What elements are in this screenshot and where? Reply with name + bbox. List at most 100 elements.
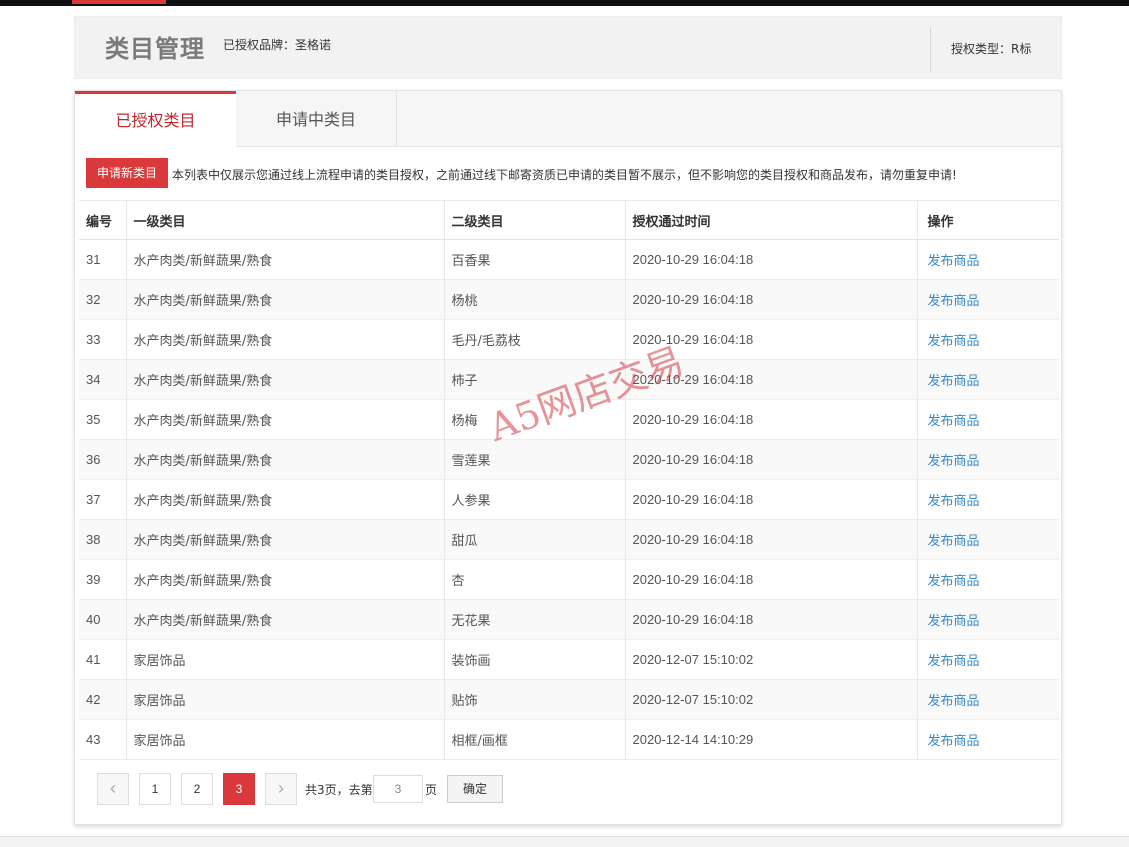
cell-action: 发布商品 [917, 519, 1059, 560]
cell-level2-category: 装饰画 [444, 639, 626, 680]
authorization-type: 授权类型：R标 [951, 42, 1032, 56]
cell-auth-time: 2020-10-29 16:04:18 [625, 399, 918, 440]
publish-product-link[interactable]: 发布商品 [928, 294, 980, 309]
table-row: 36 水产肉类/新鲜蔬果/熟食 雪莲果 2020-10-29 16:04:18 发布商品 [79, 439, 1059, 480]
cell-level1-category: 家居饰品 [126, 679, 445, 720]
table-row: 32 水产肉类/新鲜蔬果/熟食 杨桃 2020-10-29 16:04:18 发布商品 [79, 279, 1059, 320]
publish-product-link[interactable]: 发布商品 [928, 734, 980, 749]
cell-id: 43 [79, 719, 127, 760]
cell-auth-time: 2020-10-29 16:04:18 [625, 479, 918, 520]
column-header-level2: 二级类目 [444, 200, 626, 240]
table-row: 31 水产肉类/新鲜蔬果/熟食 百香果 2020-10-29 16:04:18 发布商品 [79, 239, 1059, 280]
confirm-page-button[interactable]: 确定 [447, 775, 503, 803]
table-row: 34 水产肉类/新鲜蔬果/熟食 柿子 2020-10-29 16:04:18 发布商品 [79, 359, 1059, 400]
top-border [0, 0, 1129, 6]
cell-level2-category: 杨桃 [444, 279, 626, 320]
cell-action: 发布商品 [917, 639, 1059, 680]
cell-level1-category: 水产肉类/新鲜蔬果/熟食 [126, 479, 445, 520]
cell-id: 35 [79, 399, 127, 440]
cell-id: 34 [79, 359, 127, 400]
cell-auth-time: 2020-10-29 16:04:18 [625, 239, 918, 280]
column-header-action: 操作 [917, 200, 1059, 240]
table-row: 39 水产肉类/新鲜蔬果/熟食杏 2020-10-29 16:04:18 发布商品 [79, 559, 1059, 600]
cell-id: 32 [79, 279, 127, 320]
tab-pending-categories[interactable]: 申请中类目 [236, 91, 397, 147]
cell-level1-category: 水产肉类/新鲜蔬果/熟食 [126, 279, 445, 320]
cell-action: 发布商品 [917, 319, 1059, 360]
page-suffix: 页 [425, 783, 438, 797]
column-header-time: 授权通过时间 [625, 200, 918, 240]
cell-action: 发布商品 [917, 439, 1059, 480]
page-button-3[interactable]: 3 [223, 773, 255, 805]
cell-action: 发布商品 [917, 279, 1059, 320]
cell-action: 发布商品 [917, 479, 1059, 520]
category-table: 编号 一级类目 二级类目 授权通过时间 操作 31 水产肉类/新鲜蔬果/熟食 百香果… [79, 200, 1059, 760]
cell-auth-time: 2020-12-07 15:10:02 [625, 679, 918, 720]
publish-product-link[interactable]: 发布商品 [928, 414, 980, 429]
publish-product-link[interactable]: 发布商品 [928, 614, 980, 629]
cell-level1-category: 水产肉类/新鲜蔬果/熟食 [126, 559, 445, 600]
publish-product-link[interactable]: 发布商品 [928, 454, 980, 469]
top-accent-bar [72, 0, 166, 4]
cell-id: 42 [79, 679, 127, 720]
publish-product-link[interactable]: 发布商品 [928, 254, 980, 269]
apply-new-category-button[interactable]: 申请新类目 [86, 158, 168, 188]
pagination-total-text: 共3页，去第 [305, 783, 373, 797]
cell-id: 40 [79, 599, 127, 640]
cell-id: 39 [79, 559, 127, 600]
cell-auth-time: 2020-10-29 16:04:18 [625, 519, 918, 560]
cell-id: 41 [79, 639, 127, 680]
publish-product-link[interactable]: 发布商品 [928, 654, 980, 669]
table-row: 43 家居饰品 相框/画框 2020-12-14 14:10:29 发布商品 [79, 719, 1059, 760]
table-row: 42 家居饰品 贴饰 2020-12-07 15:10:02 发布商品 [79, 679, 1059, 720]
publish-product-link[interactable]: 发布商品 [928, 334, 980, 349]
cell-level1-category: 家居饰品 [126, 719, 445, 760]
cell-id: 37 [79, 479, 127, 520]
table-row: 40 水产肉类/新鲜蔬果/熟食 无花果 2020-10-29 16:04:18 发布商品 [79, 599, 1059, 640]
page-button-2[interactable]: 2 [181, 773, 213, 805]
cell-action: 发布商品 [917, 679, 1059, 720]
cell-level2-category: 人参果 [444, 479, 626, 520]
chevron-right-icon[interactable]: › [265, 773, 297, 805]
table-row: 38 水产肉类/新鲜蔬果/熟食 甜瓜 2020-10-29 16:04:18 发布商品 [79, 519, 1059, 560]
cell-level2-category: 杏 [444, 559, 626, 600]
notice-text: 本列表中仅展示您通过线上流程申请的类目授权，之前通过线下邮寄资质已申请的类目暂不… [172, 168, 957, 182]
table-row: 35 水产肉类/新鲜蔬果/熟食 杨梅 2020-10-29 16:04:18 发布商品 [79, 399, 1059, 440]
cell-level2-category: 杨梅 [444, 399, 626, 440]
header-divider [930, 27, 931, 71]
table-header-row: 编号 一级类目 二级类目 授权通过时间 操作 [79, 200, 1059, 240]
goto-page-input[interactable] [373, 775, 423, 803]
cell-level2-category: 雪莲果 [444, 439, 626, 480]
cell-level2-category: 毛丹/毛荔枝 [444, 319, 626, 360]
column-header-id: 编号 [79, 200, 127, 240]
page-button-1[interactable]: 1 [139, 773, 171, 805]
cell-auth-time: 2020-10-29 16:04:18 [625, 439, 918, 480]
cell-level1-category: 水产肉类/新鲜蔬果/熟食 [126, 359, 445, 400]
cell-level1-category: 水产肉类/新鲜蔬果/熟食 [126, 239, 445, 280]
notice-row: 申请新类目 本列表中仅展示您通过线上流程申请的类目授权，之前通过线下邮寄资质已申… [86, 158, 1056, 188]
cell-auth-time: 2020-12-07 15:10:02 [625, 639, 918, 680]
publish-product-link[interactable]: 发布商品 [928, 534, 980, 549]
cell-action: 发布商品 [917, 359, 1059, 400]
cell-auth-time: 2020-10-29 16:04:18 [625, 359, 918, 400]
cell-level2-category: 柿子 [444, 359, 626, 400]
cell-level2-category: 贴饰 [444, 679, 626, 720]
cell-level2-category: 无花果 [444, 599, 626, 640]
table-row: 33 水产肉类/新鲜蔬果/熟食 毛丹/毛荔枝 2020-10-29 16:04:18 发… [79, 319, 1059, 360]
cell-level1-category: 家居饰品 [126, 639, 445, 680]
chevron-left-icon[interactable]: ‹ [97, 773, 129, 805]
cell-auth-time: 2020-10-29 16:04:18 [625, 599, 918, 640]
category-panel: 已授权类目 申请中类目 申请新类目 本列表中仅展示您通过线上流程申请的类目授权，… [74, 90, 1062, 825]
cell-id: 33 [79, 319, 127, 360]
cell-level1-category: 水产肉类/新鲜蔬果/熟食 [126, 319, 445, 360]
cell-level2-category: 甜瓜 [444, 519, 626, 560]
publish-product-link[interactable]: 发布商品 [928, 694, 980, 709]
publish-product-link[interactable]: 发布商品 [928, 574, 980, 589]
cell-id: 31 [79, 239, 127, 280]
publish-product-link[interactable]: 发布商品 [928, 494, 980, 509]
tab-authorized-categories[interactable]: 已授权类目 [75, 91, 236, 148]
publish-product-link[interactable]: 发布商品 [928, 374, 980, 389]
cell-action: 发布商品 [917, 559, 1059, 600]
cell-level1-category: 水产肉类/新鲜蔬果/熟食 [126, 399, 445, 440]
cell-action: 发布商品 [917, 719, 1059, 760]
